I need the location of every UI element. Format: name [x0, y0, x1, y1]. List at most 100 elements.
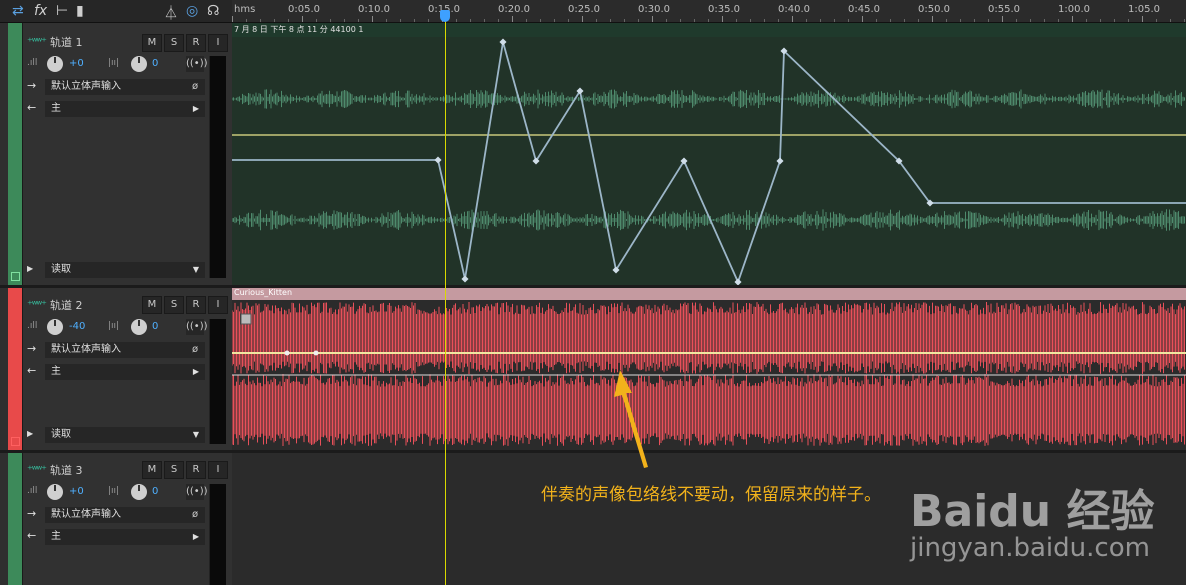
ruler-tick — [736, 19, 737, 22]
phase-icon[interactable]: ø — [186, 342, 204, 358]
phase-icon[interactable]: ø — [186, 507, 204, 523]
clip-2-label: Curious_Kitten — [234, 288, 293, 297]
envelope-point — [499, 38, 507, 46]
track-select-box[interactable] — [11, 437, 20, 446]
baidu-url-watermark: jingyan.baidu.com — [910, 533, 1150, 563]
input-monitor-button[interactable]: I — [208, 461, 228, 479]
input-monitor-button[interactable]: I — [208, 34, 228, 52]
fx-icon[interactable]: fx — [34, 3, 47, 19]
track-2-lane[interactable]: Curious_Kitten — [232, 288, 1186, 450]
volume-knob[interactable] — [47, 319, 63, 335]
chevron-right-icon: ▶ — [192, 104, 199, 113]
ruler-tick — [680, 19, 681, 22]
mute-button[interactable]: M — [142, 34, 162, 52]
input-select[interactable]: 默认立体声输入▶ — [45, 79, 205, 95]
clip-2-canvas[interactable] — [232, 300, 1186, 450]
volume-value[interactable]: +0 — [69, 486, 84, 497]
clip-2-header[interactable]: Curious_Kitten — [232, 288, 1186, 300]
record-button[interactable]: R — [186, 34, 206, 52]
annotation-text: 伴奏的声像包络线不要动，保留原来的样子。 — [541, 485, 881, 505]
output-select[interactable]: 主 ▶ — [45, 364, 205, 380]
send-icon[interactable]: ⊢ — [56, 3, 68, 19]
ruler-tick — [890, 19, 891, 22]
headphone-icon[interactable]: ☊ — [207, 3, 219, 19]
solo-button[interactable]: S — [164, 461, 184, 479]
volume-value[interactable]: -40 — [69, 321, 85, 332]
input-arrow-icon: → — [27, 507, 37, 520]
stereo-icon[interactable]: ((•)) — [186, 484, 208, 500]
ruler-label: 0:45.0 — [848, 4, 880, 15]
solo-button[interactable]: S — [164, 34, 184, 52]
automation-mode-select[interactable]: 读取 ▼ — [45, 427, 205, 443]
expand-icon[interactable]: ▶ — [27, 264, 33, 273]
ruler-tick — [904, 19, 905, 22]
ruler-unit: hms — [234, 4, 256, 15]
volume-knob[interactable] — [47, 56, 63, 72]
ruler-tick — [302, 16, 303, 22]
metronome-icon[interactable]: ⏃ — [164, 3, 178, 23]
track-select-box[interactable] — [11, 272, 20, 281]
pan-value[interactable]: 0 — [152, 321, 158, 332]
record-button[interactable]: R — [186, 296, 206, 314]
monitor-icon[interactable]: ◎ — [186, 3, 198, 19]
stereo-icon[interactable]: ((•)) — [186, 56, 208, 72]
clip-2-waveform-right — [232, 374, 1185, 446]
automation-label: 读取 — [51, 264, 71, 275]
ruler-tick — [708, 19, 709, 22]
loop-icon[interactable]: ⇄ — [12, 3, 24, 19]
track-name[interactable]: 轨道 1 — [50, 34, 83, 50]
ruler-label: 0:10.0 — [358, 4, 390, 15]
input-select[interactable]: 默认立体声输入▶ — [45, 507, 205, 523]
output-select[interactable]: 主 ▶ — [45, 529, 205, 545]
envelope-point — [734, 278, 742, 285]
record-button[interactable]: R — [186, 461, 206, 479]
pan-knob[interactable] — [131, 484, 147, 500]
automation-mode-select[interactable]: 读取 ▼ — [45, 262, 205, 278]
input-monitor-button[interactable]: I — [208, 296, 228, 314]
playhead[interactable] — [445, 14, 446, 585]
output-arrow-icon: ← — [27, 529, 37, 542]
envelope-point — [434, 156, 442, 164]
output-label: 主 — [51, 366, 61, 377]
ruler-tick — [1100, 19, 1101, 22]
solo-button[interactable]: S — [164, 296, 184, 314]
expand-icon[interactable]: ▶ — [27, 429, 33, 438]
input-label: 默认立体声输入 — [51, 81, 121, 92]
ruler-tick — [652, 16, 653, 22]
track-name[interactable]: 轨道 3 — [50, 462, 83, 478]
pan-value[interactable]: 0 — [152, 486, 158, 497]
output-select[interactable]: 主 ▶ — [45, 101, 205, 117]
envelope-point — [776, 157, 784, 165]
track-name[interactable]: 轨道 2 — [50, 297, 83, 313]
mute-button[interactable]: M — [142, 461, 162, 479]
ruler-label: 0:35.0 — [708, 4, 740, 15]
clip-1-canvas[interactable] — [232, 23, 1186, 285]
ruler-tick — [778, 19, 779, 22]
clip-1-waveform-right — [232, 209, 1185, 231]
phase-icon[interactable]: ø — [186, 79, 204, 95]
ruler-tick — [946, 19, 947, 22]
input-select[interactable]: 默认立体声输入▶ — [45, 342, 205, 358]
pan-knob[interactable] — [131, 56, 147, 72]
track-1-lane[interactable]: 7 月 8 日 下午 8 点 11 分 44100 1 — [232, 23, 1186, 285]
volume-knob[interactable] — [47, 484, 63, 500]
mute-button[interactable]: M — [142, 296, 162, 314]
playhead-handle[interactable] — [440, 10, 450, 22]
volume-value[interactable]: +0 — [69, 58, 84, 69]
meter-icon[interactable]: ▮ — [76, 3, 84, 19]
pan-value[interactable]: 0 — [152, 58, 158, 69]
waveform-icon: ⁺ʷʷ⁺ — [27, 35, 47, 48]
ruler-tick — [512, 16, 513, 22]
time-ruler[interactable]: hms 0:05.00:10.00:15.00:20.00:25.00:30.0… — [232, 0, 1186, 22]
ruler-tick — [694, 19, 695, 22]
ruler-tick — [750, 19, 751, 22]
output-label: 主 — [51, 531, 61, 542]
ruler-tick — [1156, 19, 1157, 22]
pan-knob[interactable] — [131, 319, 147, 335]
track-1-header: ⁺ʷʷ⁺ 轨道 1 M S R I .ıll +0 |ıı| 0 ((•)) →… — [0, 23, 233, 285]
ruler-label: 0:55.0 — [988, 4, 1020, 15]
ruler-tick — [960, 19, 961, 22]
clip-2-waveform-left — [232, 302, 1185, 374]
stereo-icon[interactable]: ((•)) — [186, 319, 208, 335]
ruler-tick — [456, 19, 457, 22]
